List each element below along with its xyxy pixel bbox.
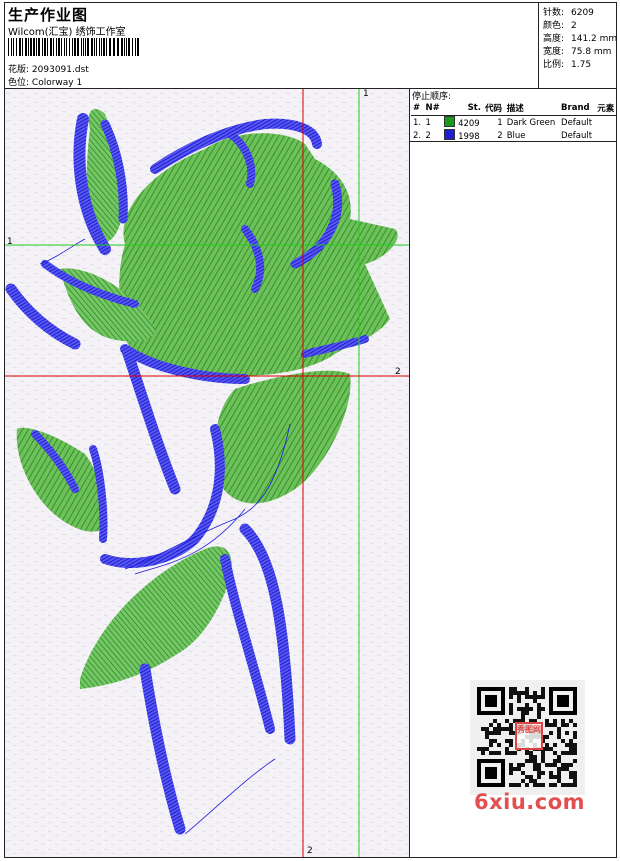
guide-v-red-label: 2	[307, 846, 313, 856]
stat-scale: 比例: 1.75	[543, 60, 592, 70]
col-element: 元素	[595, 101, 617, 116]
design-value: 2093091.dst	[31, 65, 89, 75]
page-title: 生产作业图	[8, 6, 89, 24]
stat-stitches: 针数: 6209	[543, 8, 594, 18]
stat-colors: 颜色: 2	[543, 21, 577, 31]
colorway-line: 色位: Colorway 1	[8, 75, 82, 88]
col-code: 代码	[482, 101, 505, 116]
col-brand: Brand	[559, 101, 596, 116]
vendor-name: Wilcom(汇宝) 绣饰工作室	[8, 27, 126, 38]
col-description: 描述	[504, 101, 560, 116]
table-header-row: # N# St. 代码 描述 Brand 元素	[411, 101, 617, 116]
embroidery-design-canvas: 1 1 2 2	[5, 89, 409, 857]
col-index: #	[411, 101, 424, 116]
color-swatch	[444, 116, 456, 127]
color-swatch	[444, 129, 456, 140]
table-row: 2. 2 1998 2 Blue Default	[413, 129, 593, 142]
stats-divider	[538, 2, 539, 88]
colorway-label: 色位:	[8, 78, 30, 88]
table-row: 1. 1 4209 1 Dark Green Default	[413, 116, 593, 129]
guide-h-red-label: 2	[395, 367, 401, 377]
guide-h-green-label: 1	[7, 237, 13, 247]
watermark-text: 6xiu.com	[474, 790, 586, 814]
panel-divider	[409, 88, 410, 858]
col-n: N#	[423, 101, 443, 116]
design-line: 花版: 2093091.dst	[8, 62, 89, 75]
guide-v-green-label: 1	[363, 89, 369, 99]
colorway-value: Colorway 1	[31, 78, 83, 88]
barcode	[8, 38, 139, 56]
stat-height: 高度: 141.2 mm	[543, 34, 618, 44]
col-stitches: St.	[442, 101, 483, 116]
watermark-stamp: 秀图网	[515, 722, 543, 750]
flower-embroidery-art	[5, 89, 409, 857]
stat-width: 宽度: 75.8 mm	[543, 47, 612, 57]
stop-sequence-table: # N# St. 代码 描述 Brand 元素 1. 1 4209 1 Dark…	[411, 101, 617, 142]
design-label: 花版:	[8, 65, 30, 75]
